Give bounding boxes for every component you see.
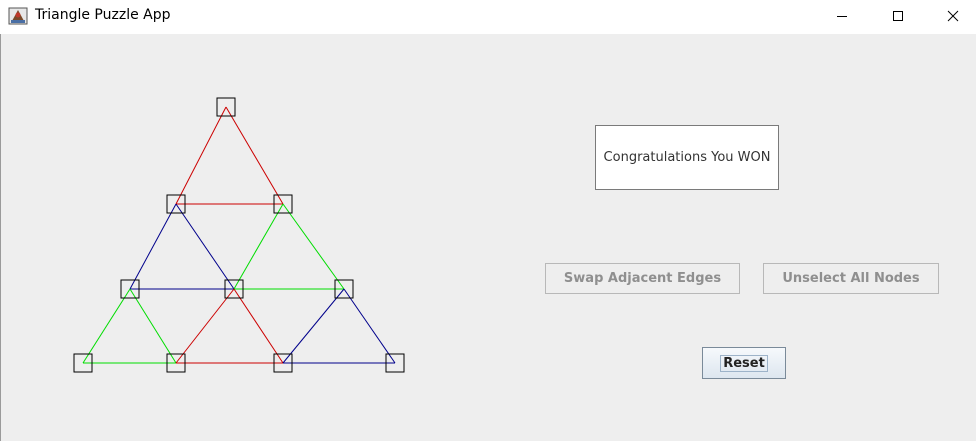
reset-button[interactable]: Reset	[702, 347, 786, 379]
java-app-icon	[8, 7, 28, 25]
edge-n5-n8	[282, 288, 345, 364]
window-title: Triangle Puzzle App	[35, 7, 171, 23]
edge-n3-n7	[129, 288, 177, 364]
edge-n2-n5	[282, 203, 345, 290]
reset-button-label: Reset	[720, 354, 768, 372]
triangle-puzzle-board[interactable]	[1, 34, 521, 394]
minimize-button[interactable]	[819, 0, 865, 32]
edge-n1-n3	[129, 203, 177, 290]
edge-n5-n9	[343, 288, 396, 364]
close-icon	[947, 10, 959, 22]
unselect-all-nodes-button[interactable]: Unselect All Nodes	[763, 263, 939, 294]
edge-n4-n8	[233, 288, 284, 364]
edge-n0-n1	[175, 106, 227, 205]
status-message: Congratulations You WON	[595, 125, 779, 190]
swap-adjacent-edges-button[interactable]: Swap Adjacent Edges	[545, 263, 740, 294]
edge-n2-n4	[233, 203, 284, 290]
maximize-button[interactable]	[875, 0, 921, 32]
edge-n3-n6	[82, 288, 131, 364]
edge-n0-n2	[225, 106, 284, 205]
edge-n4-n7	[175, 288, 235, 364]
title-bar: Triangle Puzzle App	[0, 0, 976, 34]
maximize-icon	[893, 11, 903, 21]
close-button[interactable]	[930, 0, 976, 32]
content-panel: Congratulations You WON Swap Adjacent Ed…	[0, 34, 976, 441]
edge-n1-n4	[175, 203, 235, 290]
minimize-icon	[837, 16, 847, 17]
